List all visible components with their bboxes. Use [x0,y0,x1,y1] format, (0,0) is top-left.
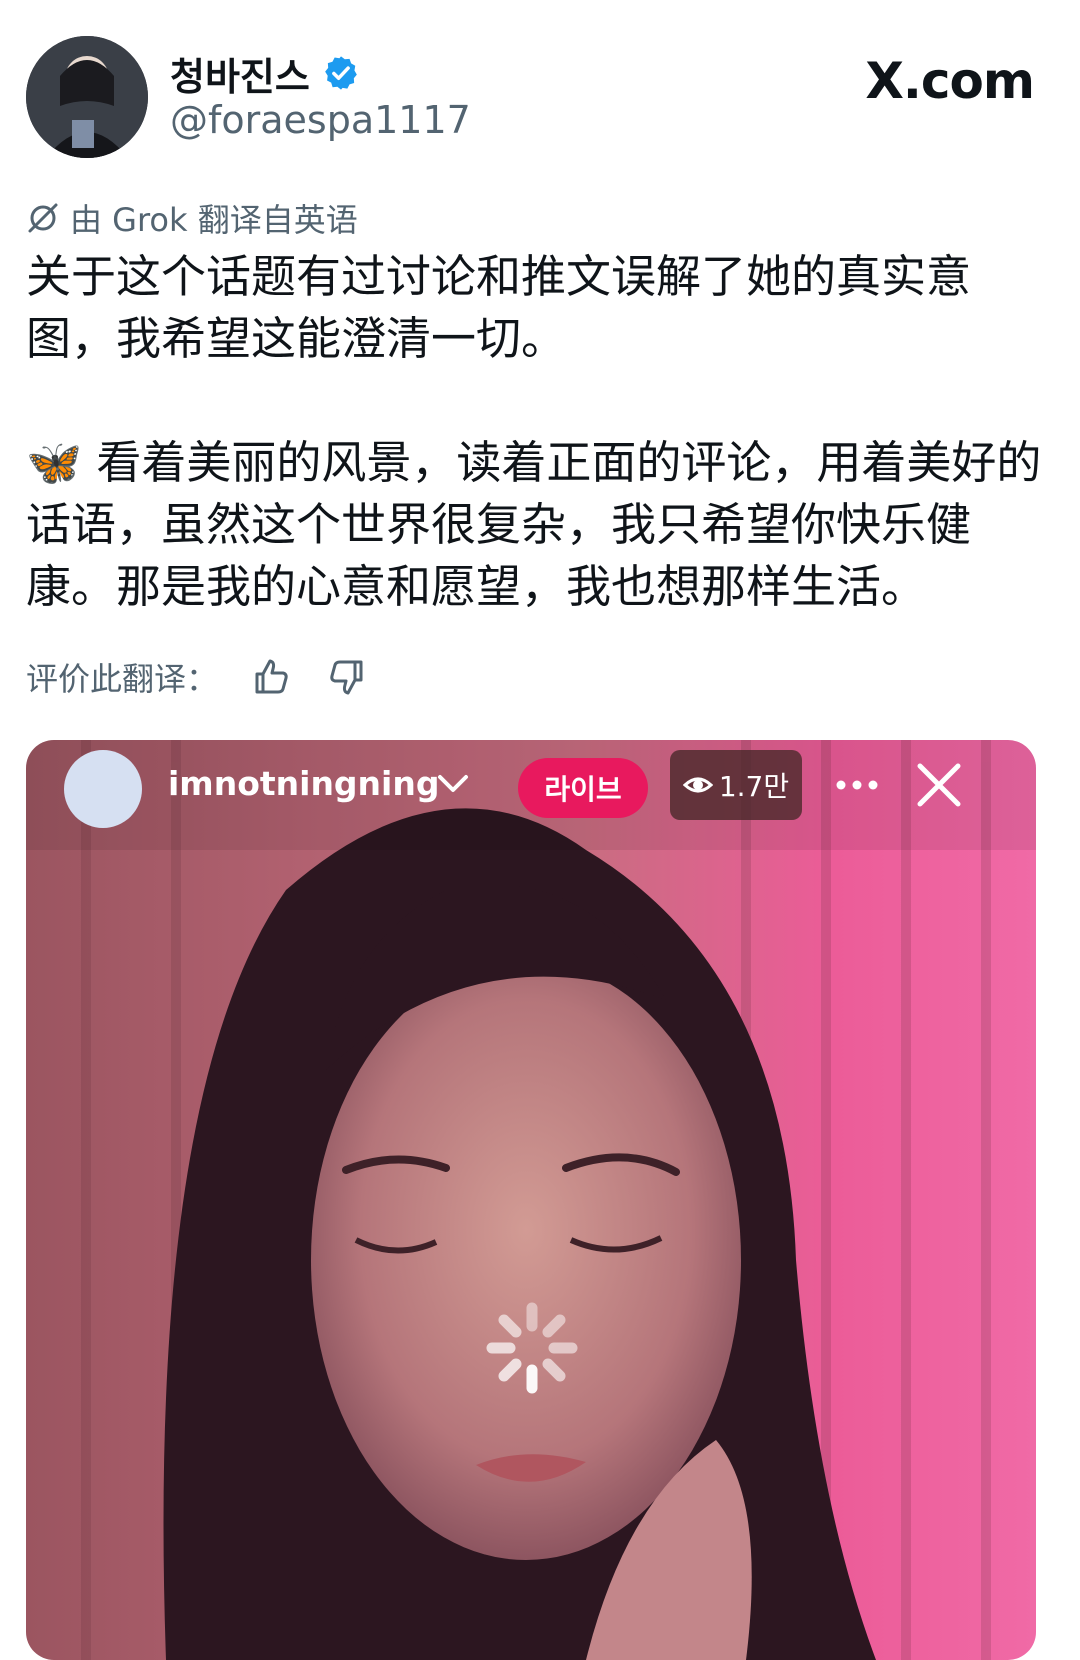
eye-icon [682,777,713,793]
tweet-header: 청바진스 @foraespa1117 X.com [0,0,1080,180]
profile-avatar[interactable] [26,36,148,158]
live-stream-image [26,740,1036,1660]
thumbs-up-icon [255,659,288,694]
loading-spinner-icon [486,1302,578,1394]
close-icon[interactable] [914,760,964,810]
display-name[interactable]: 청바진스 [170,46,310,101]
thumbs-down-icon [330,660,363,695]
more-icon[interactable] [832,770,882,800]
verified-badge-icon [325,56,357,90]
live-stream-screenshot[interactable]: imnotningning 라이브 1.7만 [26,740,1036,1660]
site-logo: X.com [865,52,1035,110]
translation-note: 由 Grok 翻译自英语 [26,196,358,240]
rate-label: 评价此翻译： [26,660,219,698]
translation-note-text: 由 Grok 翻译自英语 [70,201,358,239]
live-username[interactable]: imnotningning [168,764,439,803]
chevron-down-icon[interactable] [436,772,470,796]
thumbs-down-button[interactable] [324,654,370,700]
tweet-paragraph: 🦋 看着美丽的风景，读着正面的评论，用着美好的话语，虽然这个世界很复杂，我只希望… [26,436,1042,613]
tweet-paragraph: 关于这个话题有过讨论和推文误解了她的真实意图，我希望这能澄清一切。 [26,250,972,365]
grok-translate-icon [28,203,58,233]
tweet-body: 关于这个话题有过讨论和推文误解了她的真实意图，我希望这能澄清一切。 🦋 看着美丽… [26,246,1056,618]
viewer-count-badge: 1.7만 [670,750,802,820]
user-handle[interactable]: @foraespa1117 [170,98,471,142]
viewer-count: 1.7만 [718,770,790,803]
thumbs-up-button[interactable] [248,654,294,700]
live-user-avatar[interactable] [64,750,142,828]
rate-translation: 评价此翻译： [26,650,370,704]
live-badge: 라이브 [518,758,648,818]
